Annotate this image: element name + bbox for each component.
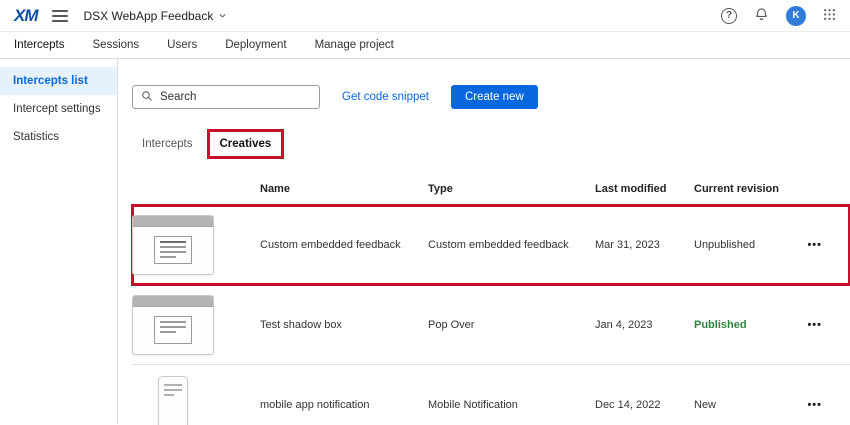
avatar[interactable]: K bbox=[786, 6, 806, 26]
mobile-creative-thumbnail bbox=[132, 376, 214, 425]
table-row[interactable]: Test shadow box Pop Over Jan 4, 2023 Pub… bbox=[132, 285, 850, 365]
tab-creatives[interactable]: Creatives bbox=[207, 129, 285, 159]
table-row[interactable]: mobile app notification Mobile Notificat… bbox=[132, 365, 850, 425]
help-button[interactable]: ? bbox=[721, 8, 737, 24]
row-actions-button[interactable]: ••• bbox=[807, 319, 822, 331]
row-actions-button[interactable]: ••• bbox=[807, 239, 822, 251]
cell-current-revision: Unpublished bbox=[694, 239, 805, 251]
xm-logo: XM bbox=[14, 6, 38, 26]
sidebar-item-statistics[interactable]: Statistics bbox=[0, 123, 117, 151]
project-nav: Intercepts Sessions Users Deployment Man… bbox=[0, 32, 850, 59]
sidebar-item-intercept-settings[interactable]: Intercept settings bbox=[0, 95, 117, 123]
creatives-table: Name Type Last modified Current revision… bbox=[132, 183, 850, 425]
project-title-dropdown[interactable]: DSX WebApp Feedback bbox=[84, 9, 228, 23]
cell-last-modified: Jan 4, 2023 bbox=[595, 319, 694, 331]
help-icon: ? bbox=[721, 8, 737, 24]
top-bar: XM DSX WebApp Feedback ? K bbox=[0, 0, 850, 32]
hamburger-menu-icon[interactable] bbox=[52, 10, 68, 22]
table-header: Name Type Last modified Current revision bbox=[132, 183, 850, 205]
row-actions-button[interactable]: ••• bbox=[807, 399, 822, 411]
notifications-button[interactable] bbox=[754, 7, 769, 25]
column-header-type: Type bbox=[428, 183, 595, 195]
apps-grid-button[interactable] bbox=[823, 8, 836, 24]
nav-item-deployment[interactable]: Deployment bbox=[225, 39, 286, 51]
chevron-down-icon bbox=[218, 11, 227, 20]
cell-last-modified: Dec 14, 2022 bbox=[595, 399, 694, 411]
search-box bbox=[132, 85, 320, 109]
project-title: DSX WebApp Feedback bbox=[84, 9, 214, 23]
get-code-snippet-link[interactable]: Get code snippet bbox=[342, 91, 429, 103]
toolbar: Get code snippet Create new bbox=[132, 85, 850, 109]
create-new-button[interactable]: Create new bbox=[451, 85, 538, 109]
tab-intercepts[interactable]: Intercepts bbox=[132, 132, 203, 156]
column-header-current-revision: Current revision bbox=[694, 183, 805, 195]
column-header-name: Name bbox=[260, 183, 428, 195]
apps-grid-icon bbox=[823, 8, 836, 24]
sidebar: Intercepts list Intercept settings Stati… bbox=[0, 59, 118, 424]
content-tabs: Intercepts Creatives bbox=[132, 129, 850, 159]
search-input[interactable] bbox=[160, 91, 311, 103]
cell-current-revision: New bbox=[694, 399, 805, 411]
cell-type: Pop Over bbox=[428, 319, 595, 331]
cell-name: Test shadow box bbox=[260, 319, 428, 331]
cell-type: Custom embedded feedback bbox=[428, 239, 595, 251]
main-content: Get code snippet Create new Intercepts C… bbox=[118, 59, 850, 424]
search-icon bbox=[141, 90, 153, 105]
cell-current-revision: Published bbox=[694, 319, 805, 331]
cell-type: Mobile Notification bbox=[428, 399, 595, 411]
nav-item-intercepts[interactable]: Intercepts bbox=[14, 39, 65, 51]
bell-icon bbox=[754, 7, 769, 25]
table-row[interactable]: Custom embedded feedback Custom embedded… bbox=[132, 205, 850, 285]
web-creative-thumbnail bbox=[132, 215, 214, 275]
nav-item-sessions[interactable]: Sessions bbox=[93, 39, 140, 51]
cell-last-modified: Mar 31, 2023 bbox=[595, 239, 694, 251]
sidebar-item-intercepts-list[interactable]: Intercepts list bbox=[0, 67, 117, 95]
nav-item-manage-project[interactable]: Manage project bbox=[315, 39, 394, 51]
web-creative-thumbnail bbox=[132, 295, 214, 355]
cell-name: Custom embedded feedback bbox=[260, 239, 428, 251]
column-header-last-modified: Last modified bbox=[595, 183, 694, 195]
nav-item-users[interactable]: Users bbox=[167, 39, 197, 51]
cell-name: mobile app notification bbox=[260, 399, 428, 411]
